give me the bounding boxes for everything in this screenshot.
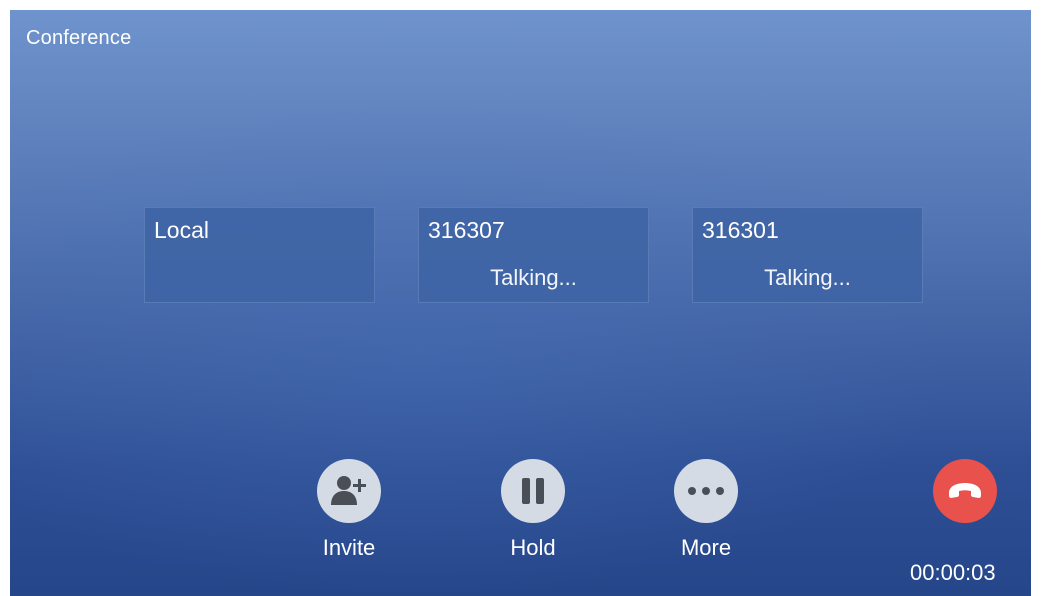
- hold-circle[interactable]: [501, 459, 565, 523]
- page-title: Conference: [26, 27, 132, 49]
- invite-button[interactable]: Invite: [294, 459, 404, 561]
- more-circle[interactable]: [674, 459, 738, 523]
- participant-card-local[interactable]: Local: [144, 207, 375, 303]
- hold-label: Hold: [510, 535, 556, 560]
- participant-card-316307[interactable]: 316307 Talking...: [418, 207, 649, 303]
- more-label: More: [680, 535, 732, 560]
- hold-button[interactable]: Hold: [478, 459, 588, 561]
- call-timer: 00:00:03: [910, 560, 996, 585]
- participant-card-316301[interactable]: 316301 Talking...: [692, 207, 923, 303]
- participant-name: 316307: [428, 217, 505, 243]
- participant-status: Talking...: [764, 265, 851, 290]
- participant-name: 316301: [702, 217, 779, 243]
- more-dots-icon: [688, 487, 724, 495]
- participant-status: Talking...: [490, 265, 577, 290]
- end-call-circle[interactable]: [933, 459, 997, 523]
- invite-circle[interactable]: [317, 459, 381, 523]
- invite-label: Invite: [322, 535, 376, 560]
- add-person-icon: [331, 476, 366, 505]
- conference-screen: Conference Local 316307 Talking... 31630…: [10, 10, 1031, 596]
- hang-up-icon: [949, 483, 981, 498]
- end-call-button[interactable]: [910, 459, 1020, 523]
- more-button[interactable]: More: [651, 459, 761, 561]
- participant-name: Local: [154, 217, 209, 243]
- pause-icon: [522, 478, 544, 504]
